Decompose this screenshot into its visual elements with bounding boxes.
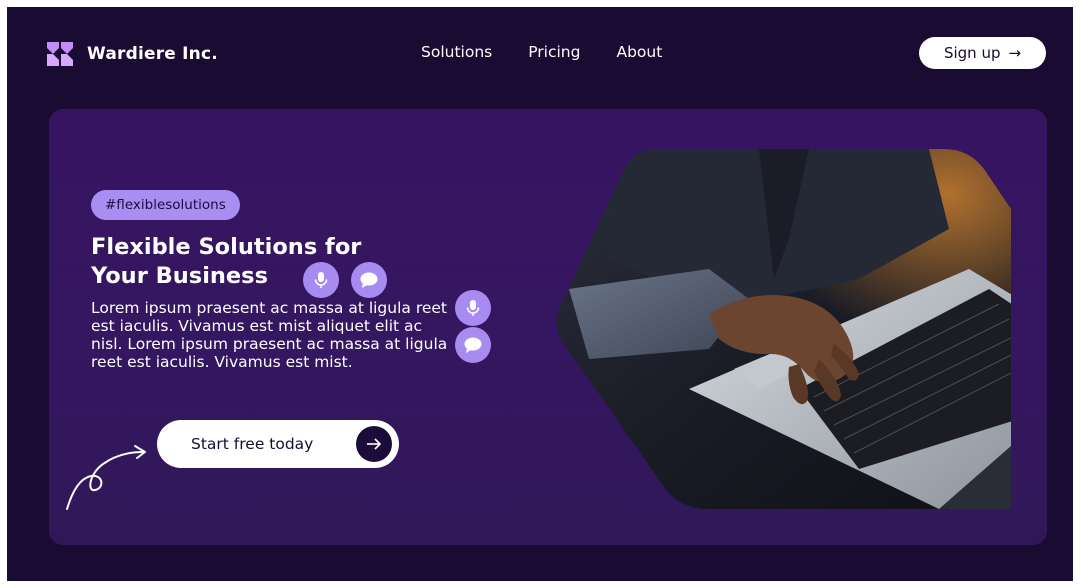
nav-solutions[interactable]: Solutions: [421, 43, 492, 61]
hero-title-line2: Your Business: [91, 263, 268, 289]
chat-bubble-icon: [455, 327, 491, 363]
hashtag-badge: #flexiblesolutions: [91, 190, 240, 220]
brand-logo[interactable]: Wardiere Inc.: [47, 42, 218, 66]
hero-body-text: Lorem ipsum praesent ac massa at ligula …: [91, 299, 448, 371]
main-nav: Solutions Pricing About: [421, 43, 662, 61]
sign-up-button[interactable]: Sign up →: [919, 37, 1046, 69]
stacked-chevron-logo-icon: [47, 42, 73, 66]
microphone-icon: [303, 262, 339, 298]
hero-card: #flexiblesolutions Flexible Solutions fo…: [49, 109, 1047, 545]
brand-name: Wardiere Inc.: [87, 44, 218, 64]
landing-page: Wardiere Inc. Solutions Pricing About Si…: [7, 7, 1073, 581]
start-free-today-button[interactable]: Start free today: [159, 422, 397, 466]
nav-about[interactable]: About: [616, 43, 662, 61]
cta-label: Start free today: [191, 435, 314, 453]
nav-pricing[interactable]: Pricing: [528, 43, 580, 61]
sign-up-label: Sign up: [943, 44, 1001, 62]
hero-title-line1: Flexible Solutions for: [91, 234, 362, 260]
curved-arrow-icon: [66, 445, 146, 510]
microphone-icon: [455, 290, 491, 326]
chat-bubble-icon: [351, 262, 387, 298]
hands-typing-on-laptop-photo: [556, 149, 1011, 509]
arrow-right-icon: [356, 426, 392, 462]
arrow-right-icon: →: [1008, 44, 1022, 62]
